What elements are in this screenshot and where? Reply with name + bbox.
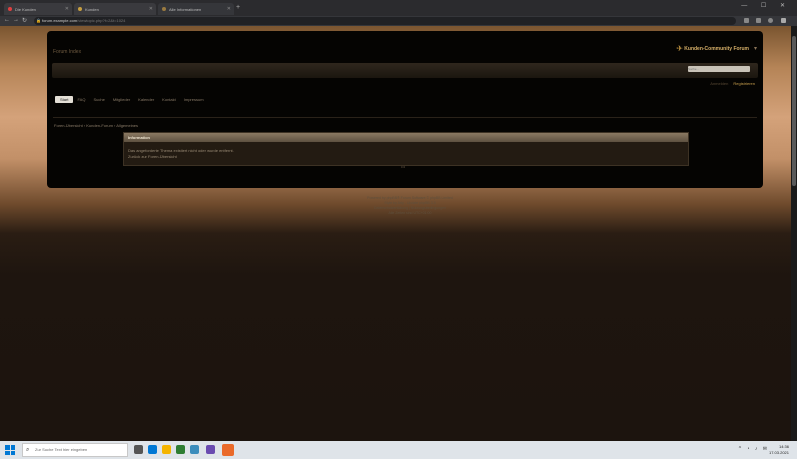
nav-item-imprint[interactable]: Impressum: [184, 97, 204, 102]
forward-arrow-icon[interactable]: →: [13, 17, 19, 23]
close-tab-icon[interactable]: ✕: [149, 6, 153, 12]
address-host: forum.example.com: [42, 18, 78, 23]
menu-icon[interactable]: [781, 18, 786, 23]
scrollbar-thumb[interactable]: [792, 36, 796, 186]
info-panel: Information Das angeforderte Thema exist…: [123, 132, 689, 166]
cart-icon[interactable]: ▾: [754, 45, 757, 52]
main-nav: Start FAQ Suche Mitglieder Kalender Kont…: [55, 96, 212, 103]
reload-icon[interactable]: ↻: [22, 17, 27, 24]
page-separator: •••: [401, 164, 406, 169]
tab-favicon-icon: [8, 7, 12, 11]
app-icon[interactable]: [176, 445, 185, 454]
login-link[interactable]: Anmelden: [710, 81, 728, 86]
nav-item-members[interactable]: Mitglieder: [113, 97, 130, 102]
browser-tab-strip: Die Kunden ✕ Kunden ✕ Alle Informationen…: [0, 0, 797, 16]
footer-line: Alle Zeiten sind UTC+01:00: [388, 211, 432, 215]
tab-favicon-icon: [78, 7, 82, 11]
browser-tab-3[interactable]: Alle Informationen ✕: [158, 3, 234, 15]
info-panel-title: Information: [124, 133, 688, 142]
system-tray-icons[interactable]: ^ ◔ ♪ ✉: [739, 446, 769, 452]
star-icon[interactable]: [744, 18, 749, 23]
windows-start-icon[interactable]: [5, 445, 15, 455]
new-tab-button[interactable]: +: [236, 4, 240, 11]
lock-icon: 🔒: [36, 18, 41, 23]
nav-item-search[interactable]: Suche: [93, 97, 104, 102]
task-view-icon[interactable]: [134, 445, 143, 454]
nav-item-start[interactable]: Start: [55, 96, 74, 103]
search-input[interactable]: [688, 66, 750, 72]
nav-item-contact[interactable]: Kontakt: [162, 97, 176, 102]
back-to-index-link[interactable]: Zurück zur Foren-Übersicht: [128, 154, 177, 159]
divider: [53, 117, 757, 118]
logo-icon: ✈: [676, 44, 683, 53]
forum-wrapper: Forum Index ✈ Kunden-Community Forum ▾ A…: [47, 31, 763, 188]
app-icon[interactable]: [206, 445, 215, 454]
header-bar: [52, 63, 758, 78]
info-message: Das angeforderte Thema existiert nicht o…: [128, 148, 234, 153]
tab-title: Die Kunden: [15, 6, 36, 12]
nav-item-faq[interactable]: FAQ: [77, 97, 85, 102]
taskbar-search-placeholder: Zur Suche Text hier eingeben: [35, 447, 88, 452]
profile-icon[interactable]: [768, 18, 773, 23]
search-icon: ⌕: [26, 447, 30, 453]
close-tab-icon[interactable]: ✕: [65, 6, 69, 12]
address-bar[interactable]: 🔒 forum.example.com/viewtopic.php?f=2&t=…: [34, 17, 736, 25]
clock-date: 17.03.2021: [768, 450, 789, 455]
breadcrumb[interactable]: Foren-Übersicht › Kunden-Forum › Allgeme…: [54, 123, 138, 128]
site-name[interactable]: Forum Index: [53, 49, 81, 55]
tab-title: Kunden: [85, 6, 99, 12]
taskbar-search-box[interactable]: ⌕ Zur Suche Text hier eingeben: [22, 443, 128, 457]
taskbar-clock[interactable]: 14:36 17.03.2021: [769, 444, 789, 456]
close-tab-icon[interactable]: ✕: [227, 6, 231, 12]
extension-icon[interactable]: [756, 18, 761, 23]
browser-tab-2[interactable]: Kunden ✕: [74, 3, 156, 15]
window-controls[interactable]: — ☐ ✕: [741, 2, 791, 9]
page-footer: Powered by phpBB® Forum Software © phpBB…: [300, 196, 520, 216]
nav-item-calendar[interactable]: Kalender: [138, 97, 154, 102]
browser-toolbar: ← → ↻ 🔒 forum.example.com/viewtopic.php?…: [0, 16, 797, 26]
edge-icon[interactable]: [148, 445, 157, 454]
site-brand[interactable]: Kunden-Community Forum: [684, 46, 749, 52]
file-explorer-icon[interactable]: [162, 445, 171, 454]
address-path: /viewtopic.php?f=2&t=1024: [77, 18, 126, 23]
user-links: Anmelden Registrieren: [710, 81, 755, 86]
register-link[interactable]: Registrieren: [733, 81, 755, 86]
windows-taskbar: ⌕ Zur Suche Text hier eingeben ^ ◔ ♪ ✉ 1…: [0, 441, 797, 459]
chrome-icon[interactable]: [222, 444, 234, 456]
tab-favicon-icon: [162, 7, 166, 11]
scrollbar[interactable]: [791, 26, 797, 441]
browser-tab-1[interactable]: Die Kunden ✕: [4, 3, 72, 15]
tab-title: Alle Informationen: [169, 6, 202, 12]
back-arrow-icon[interactable]: ←: [4, 17, 10, 23]
app-icon[interactable]: [190, 445, 199, 454]
